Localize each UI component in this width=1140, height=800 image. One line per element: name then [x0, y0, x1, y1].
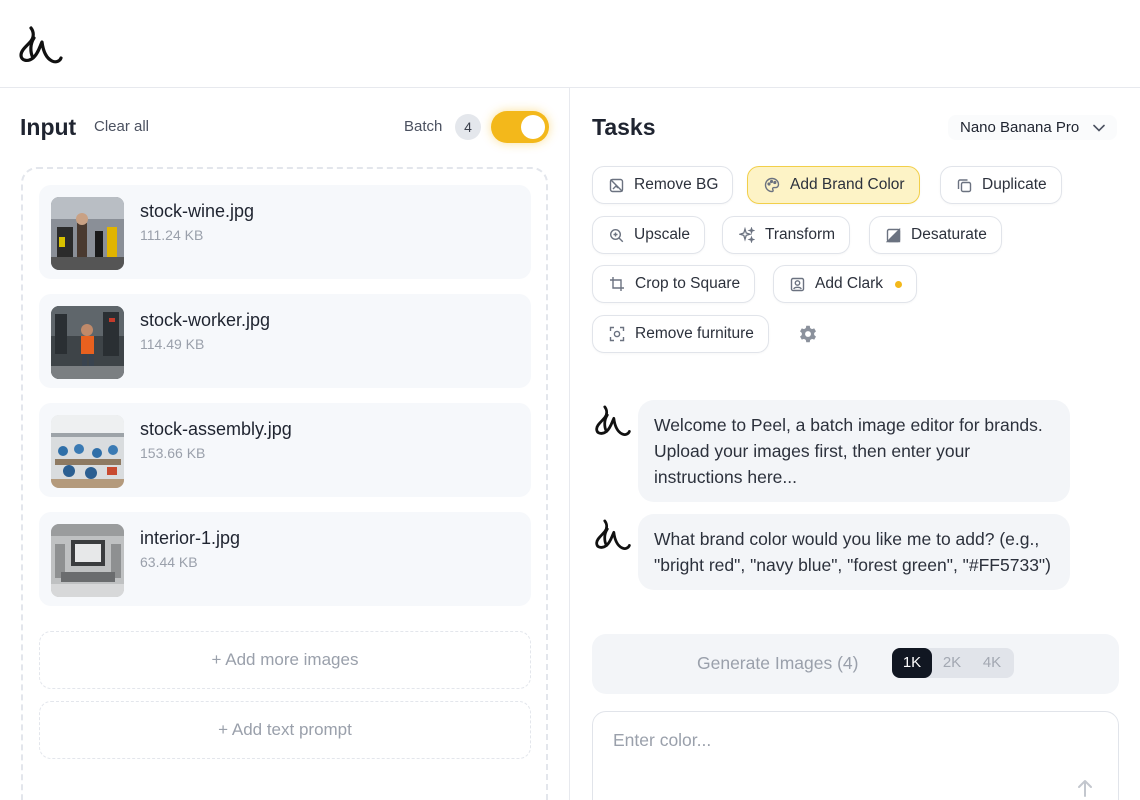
resolution-4k[interactable]: 4K	[972, 648, 1012, 678]
resolution-1k[interactable]: 1K	[892, 648, 932, 678]
task-crop-to-square[interactable]: Crop to Square	[592, 265, 756, 303]
input-panel: Input Clear all Batch 4 stock-wine.jpg 1…	[0, 88, 570, 800]
file-name: interior-1.jpg	[140, 528, 241, 548]
file-thumbnail	[51, 306, 124, 379]
task-add-clark[interactable]: Add Clark	[773, 265, 918, 303]
duplicate-icon	[957, 178, 972, 192]
peel-banana-logo-icon[interactable]	[18, 22, 64, 66]
crop-icon	[610, 277, 624, 291]
task-label: Add Clark	[815, 275, 884, 292]
file-thumbnail	[51, 524, 124, 597]
task-label: Remove BG	[634, 176, 719, 193]
file-size: 63.44 KB	[140, 554, 198, 570]
chevron-down-icon	[1093, 124, 1106, 132]
chat-message: Welcome to Peel, a batch image editor fo…	[638, 400, 1070, 502]
send-arrow-icon[interactable]	[1073, 776, 1097, 800]
tasks-panel: Tasks Nano Banana Pro Remove BG Add Bran…	[570, 88, 1140, 800]
task-label: Add Brand Color	[790, 176, 905, 193]
generate-images-button[interactable]: Generate Images (4)	[697, 653, 858, 674]
zoom-in-icon	[609, 228, 624, 242]
top-bar	[0, 0, 1140, 88]
image-dropzone[interactable]: stock-wine.jpg 111.24 KB stock-worker.jp…	[21, 167, 548, 800]
add-more-images-button[interactable]: + Add more images	[39, 631, 531, 689]
chat-message: What brand color would you like me to ad…	[638, 514, 1070, 590]
assistant-avatar-icon	[595, 519, 631, 550]
file-item[interactable]: stock-wine.jpg 111.24 KB	[39, 185, 531, 279]
toggle-knob	[521, 115, 545, 139]
task-label: Upscale	[634, 226, 690, 243]
task-upscale[interactable]: Upscale	[592, 216, 705, 254]
task-desaturate[interactable]: Desaturate	[869, 216, 1002, 254]
scan-icon	[609, 326, 625, 342]
file-name: stock-wine.jpg	[140, 201, 255, 221]
sparkles-icon	[739, 227, 755, 243]
task-remove-furniture[interactable]: Remove furniture	[592, 315, 769, 353]
prompt-box	[592, 711, 1119, 800]
batch-toggle[interactable]	[491, 111, 549, 143]
file-size: 111.24 KB	[140, 227, 204, 243]
resolution-selector: 1K 2K 4K	[892, 648, 1014, 678]
file-name: stock-worker.jpg	[140, 310, 271, 330]
desaturate-icon	[886, 227, 901, 242]
resolution-2k[interactable]: 2K	[932, 648, 972, 678]
task-duplicate[interactable]: Duplicate	[940, 166, 1062, 204]
model-select-value: Nano Banana Pro	[960, 119, 1080, 136]
clear-all-button[interactable]: Clear all	[94, 118, 149, 135]
task-label: Desaturate	[911, 226, 987, 243]
file-thumbnail	[51, 197, 124, 270]
file-size: 114.49 KB	[140, 336, 205, 352]
task-label: Duplicate	[982, 176, 1047, 193]
remove-bg-icon	[609, 178, 624, 192]
task-label: Remove furniture	[635, 325, 754, 342]
file-thumbnail	[51, 415, 124, 488]
file-item[interactable]: stock-worker.jpg 114.49 KB	[39, 294, 531, 388]
new-indicator-dot	[895, 280, 903, 288]
portrait-icon	[790, 277, 805, 291]
file-item[interactable]: interior-1.jpg 63.44 KB	[39, 512, 531, 606]
tasks-title: Tasks	[592, 114, 656, 140]
input-title: Input	[20, 114, 77, 140]
file-size: 153.66 KB	[140, 445, 206, 461]
batch-label: Batch	[404, 118, 443, 135]
model-select[interactable]: Nano Banana Pro	[948, 115, 1118, 140]
prompt-input[interactable]	[613, 730, 1093, 751]
task-label: Crop to Square	[635, 275, 741, 292]
file-name: stock-assembly.jpg	[140, 419, 292, 439]
add-text-prompt-button[interactable]: + Add text prompt	[39, 701, 531, 759]
task-label: Transform	[765, 226, 836, 243]
file-item[interactable]: stock-assembly.jpg 153.66 KB	[39, 403, 531, 497]
generate-bar: Generate Images (4) 1K 2K 4K	[592, 634, 1119, 694]
batch-count-badge: 4	[455, 114, 481, 140]
task-add-brand-color[interactable]: Add Brand Color	[747, 166, 920, 204]
task-remove-bg[interactable]: Remove BG	[592, 166, 734, 204]
palette-icon	[764, 177, 780, 193]
assistant-avatar-icon	[595, 405, 631, 436]
gear-icon[interactable]	[797, 323, 819, 345]
task-transform[interactable]: Transform	[722, 216, 851, 254]
